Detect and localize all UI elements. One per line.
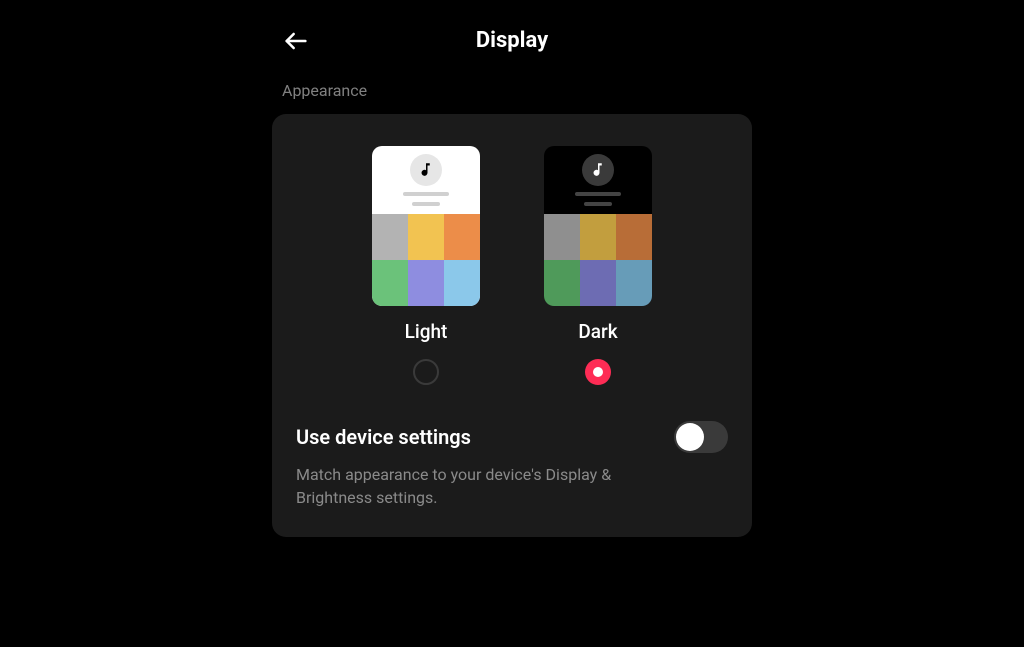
radio-dark[interactable] xyxy=(585,359,611,385)
preview-tile xyxy=(616,260,652,306)
use-device-settings-row: Use device settings xyxy=(296,421,728,453)
preview-grid xyxy=(544,214,652,306)
preview-grid xyxy=(372,214,480,306)
use-device-settings-description: Match appearance to your device's Displa… xyxy=(296,463,676,509)
theme-option-light[interactable]: Light xyxy=(372,146,480,385)
preview-tile xyxy=(544,260,580,306)
preview-line xyxy=(403,192,449,196)
preview-tile xyxy=(444,214,480,260)
preview-tile xyxy=(544,214,580,260)
appearance-card: Light xyxy=(272,114,752,537)
theme-label-light: Light xyxy=(405,320,448,343)
preview-tile xyxy=(372,260,408,306)
preview-tile xyxy=(580,260,616,306)
back-button[interactable] xyxy=(280,25,312,57)
use-device-settings-title: Use device settings xyxy=(296,425,471,449)
preview-tile xyxy=(408,260,444,306)
radio-light[interactable] xyxy=(413,359,439,385)
preview-tile xyxy=(444,260,480,306)
preview-line xyxy=(412,202,440,206)
preview-line xyxy=(584,202,612,206)
preview-tile xyxy=(580,214,616,260)
theme-preview-light xyxy=(372,146,480,306)
radio-dot xyxy=(593,367,603,377)
theme-label-dark: Dark xyxy=(578,320,617,343)
preview-header xyxy=(372,146,480,214)
music-note-icon xyxy=(582,154,614,186)
section-label-appearance: Appearance xyxy=(272,81,752,100)
use-device-settings-toggle[interactable] xyxy=(674,421,728,453)
preview-line xyxy=(575,192,621,196)
preview-tile xyxy=(372,214,408,260)
theme-option-dark[interactable]: Dark xyxy=(544,146,652,385)
preview-tile xyxy=(408,214,444,260)
preview-tile xyxy=(616,214,652,260)
arrow-left-icon xyxy=(282,27,310,55)
toggle-knob xyxy=(676,423,704,451)
header: Display xyxy=(272,20,752,81)
page-title: Display xyxy=(272,28,752,53)
theme-preview-dark xyxy=(544,146,652,306)
theme-options: Light xyxy=(296,146,728,385)
music-note-icon xyxy=(410,154,442,186)
preview-header xyxy=(544,146,652,214)
